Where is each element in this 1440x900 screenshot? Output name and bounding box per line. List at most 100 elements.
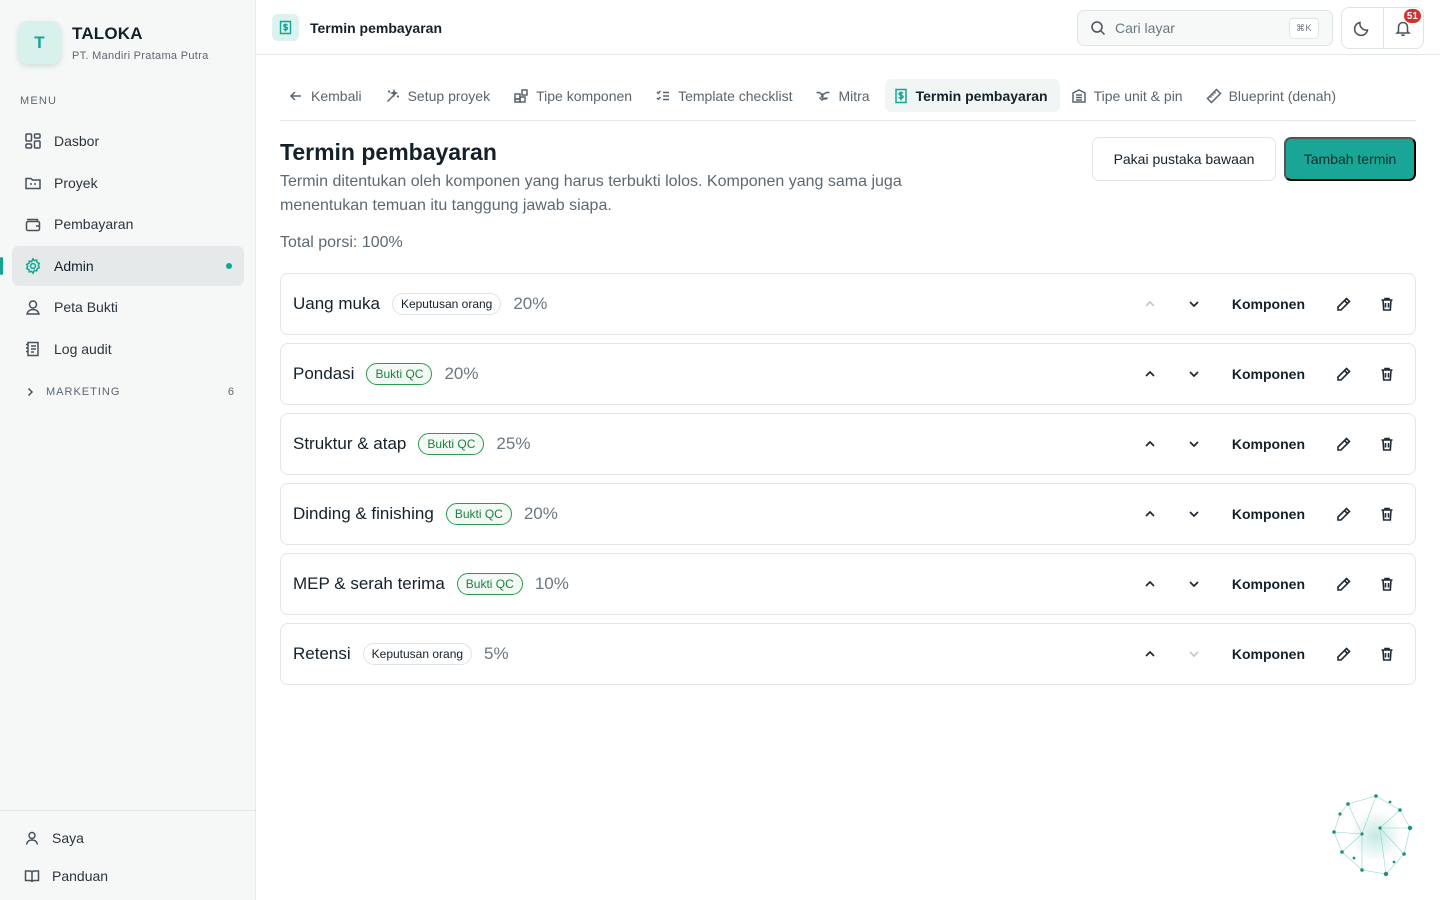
book-icon [24,868,40,884]
move-up-button[interactable] [1132,426,1168,462]
tab-tipe-komponen[interactable]: Tipe komponen [505,79,644,112]
top-header: Termin pembayaran Cari layar ⌘K 51 [256,0,1440,55]
add-term-button[interactable]: Tambah termin [1284,137,1416,181]
delete-term-button[interactable] [1369,566,1405,602]
term-portion: 20% [513,294,548,313]
tab-setup-proyek[interactable]: Setup proyek [377,79,503,112]
term-name: Pondasi [293,364,355,383]
sidebar-item-label: Saya [52,830,84,846]
trash-icon [1379,296,1395,312]
sidebar-item-log-audit[interactable]: Log audit [12,329,244,369]
move-down-button[interactable] [1176,636,1212,672]
term-row: Retensi Keputusan orang 5% Komponen [280,623,1416,685]
edit-term-button[interactable] [1325,356,1361,392]
edit-term-button[interactable] [1325,496,1361,532]
delete-term-button[interactable] [1369,356,1405,392]
move-down-button[interactable] [1176,566,1212,602]
sidebar-item-pembayaran[interactable]: Pembayaran [12,204,244,244]
move-down-button[interactable] [1176,356,1212,392]
chevron-up-icon [1143,297,1157,311]
tab-label: Setup proyek [407,87,491,104]
pencil-icon [1335,646,1352,663]
term-row: Dinding & finishing Bukti QC 20% Komponen [280,483,1416,545]
term-portion: 20% [523,504,558,523]
brand[interactable]: T TALOKA PT. Mandiri Pratama Putra [18,21,209,64]
edit-term-button[interactable] [1325,286,1361,322]
sidebar-group-marketing[interactable]: MARKETING 6 [24,386,234,398]
term-components-button[interactable]: Komponen [1222,566,1315,602]
term-portion: 5% [484,644,509,663]
arrow-left-icon [288,88,304,104]
term-portion: 25% [496,434,531,453]
move-up-button[interactable] [1132,566,1168,602]
sidebar-item-label: Dasbor [54,133,100,149]
move-down-button[interactable] [1176,496,1212,532]
edit-term-button[interactable] [1325,566,1361,602]
term-actions: Komponen [1124,356,1405,392]
term-type-badge: Bukti QC [456,573,523,595]
notifications-button[interactable]: 51 [1382,8,1424,48]
chevron-up-icon [1143,437,1157,451]
term-name: Retensi [293,644,351,663]
term-name: MEP & serah terima [293,574,445,593]
tab-blueprint-denah[interactable]: Blueprint (denah) [1198,79,1348,112]
term-components-button[interactable]: Komponen [1222,356,1315,392]
search-input[interactable]: Cari layar ⌘K [1077,10,1333,46]
search-placeholder: Cari layar [1115,20,1175,36]
sidebar-item-proyek[interactable]: Proyek [12,163,244,203]
sidebar: T TALOKA PT. Mandiri Pratama Putra MENU … [0,0,256,900]
search-icon [1090,20,1106,36]
delete-term-button[interactable] [1369,636,1405,672]
move-up-button[interactable] [1132,636,1168,672]
term-type-badge: Bukti QC [418,433,485,455]
brand-company: PT. Mandiri Pratama Putra [72,49,209,62]
sidebar-item-peta-bukti[interactable]: Peta Bukti [12,287,244,327]
move-up-button[interactable] [1132,356,1168,392]
move-up-button[interactable] [1132,496,1168,532]
chevron-down-icon [1187,507,1201,521]
sidebar-item-admin[interactable]: Admin [0,245,244,286]
user-pin-icon [24,298,42,316]
term-type-badge: Bukti QC [366,363,433,385]
chevron-up-icon [1143,507,1157,521]
term-components-button[interactable]: Komponen [1222,496,1315,532]
trash-icon [1379,366,1395,382]
active-indicator-dot [226,262,232,269]
tab-template-checklist[interactable]: Template checklist [647,79,804,112]
term-name: Dinding & finishing [293,504,434,523]
tab-termin-pembayaran[interactable]: Termin pembayaran [884,79,1060,112]
move-down-button[interactable] [1176,426,1212,462]
network-orb-decoration [1328,792,1420,884]
user-icon [24,830,40,846]
edit-term-button[interactable] [1325,426,1361,462]
header-title-text: Termin pembayaran [310,19,443,36]
chevron-down-icon [1187,297,1201,311]
sidebar-item-dasbor[interactable]: Dasbor [12,121,244,161]
sidebar-item-panduan[interactable]: Panduan [0,857,256,895]
chevron-down-icon [1187,437,1201,451]
move-up-button[interactable] [1132,286,1168,322]
sidebar-item-label: Panduan [52,868,109,884]
term-row: Uang muka Keputusan orang 20% Komponen [280,273,1416,335]
tab-tipe-unit-pin[interactable]: Tipe unit & pin [1063,79,1195,112]
brand-logo: T [18,21,61,64]
tab-kembali[interactable]: Kembali [280,79,374,112]
delete-term-button[interactable] [1369,426,1405,462]
sidebar-item-saya[interactable]: Saya [0,819,256,857]
handshake-icon [815,88,831,104]
header-buttons: 51 [1341,7,1424,49]
audit-log-icon [24,340,42,358]
use-default-library-button[interactable]: Pakai pustaka bawaan [1092,137,1276,181]
term-components-button[interactable]: Komponen [1222,636,1315,672]
delete-term-button[interactable] [1369,286,1405,322]
checklist-icon [655,88,671,104]
theme-toggle-button[interactable] [1342,8,1383,48]
term-components-button[interactable]: Komponen [1222,286,1315,322]
tab-mitra[interactable]: Mitra [807,79,881,112]
edit-term-button[interactable] [1325,636,1361,672]
term-name: Struktur & atap [293,434,407,453]
move-down-button[interactable] [1176,286,1212,322]
delete-term-button[interactable] [1369,496,1405,532]
term-components-button[interactable]: Komponen [1222,426,1315,462]
brand-text: TALOKA PT. Mandiri Pratama Putra [72,24,209,62]
